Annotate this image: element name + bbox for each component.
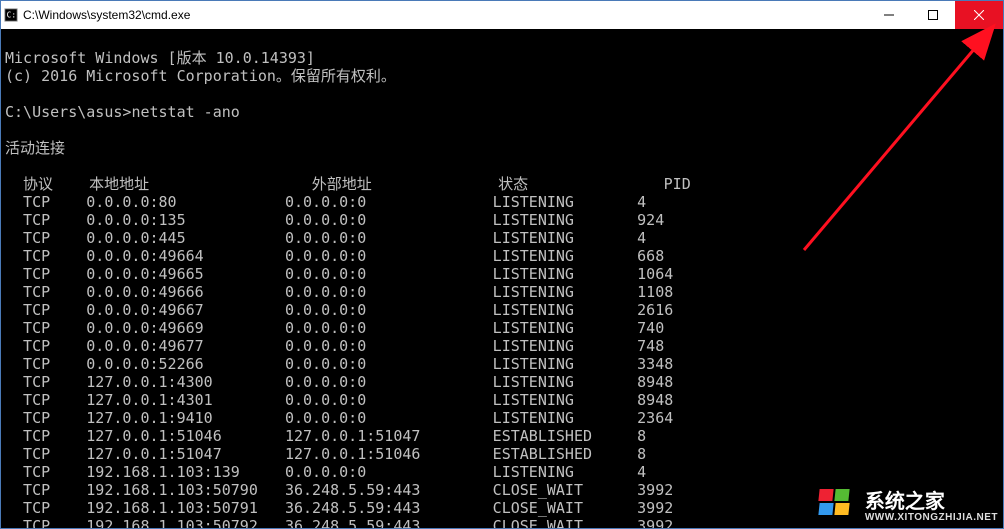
command-text: netstat -ano [131,103,239,121]
titlebar[interactable]: C: C:\Windows\system32\cmd.exe [1,1,1003,29]
maximize-button[interactable] [911,1,955,29]
section-title: 活动连接 [5,139,65,157]
window-controls [867,1,1003,29]
close-button[interactable] [955,1,1003,29]
terminal-output[interactable]: Microsoft Windows [版本 10.0.14393] (c) 20… [1,29,1003,528]
cmd-window: C: C:\Windows\system32\cmd.exe Microsoft… [0,0,1004,529]
window-title: C:\Windows\system32\cmd.exe [21,8,867,22]
prompt-path: C:\Users\asus> [5,103,131,121]
minimize-button[interactable] [867,1,911,29]
cmd-icon: C: [1,1,21,29]
banner-line1: Microsoft Windows [版本 10.0.14393] [5,49,315,67]
svg-text:C:: C: [7,11,16,20]
table-header: 协议 本地地址 外部地址 状态 PID [5,175,691,193]
table-body: TCP 0.0.0.0:80 0.0.0.0:0 LISTENING 4 TCP… [5,193,999,528]
banner-line2: (c) 2016 Microsoft Corporation。保留所有权利。 [5,67,396,85]
